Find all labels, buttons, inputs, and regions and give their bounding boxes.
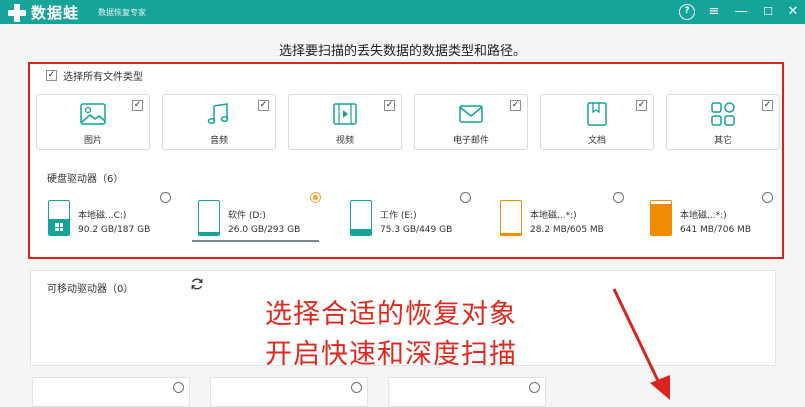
select-all-label: 选择所有文件类型: [63, 72, 143, 83]
folder-card-2[interactable]: [210, 377, 368, 407]
drive-icon: [48, 200, 70, 236]
drive-c[interactable]: 本地磁...C:) 90.2 GB/187 GB: [48, 198, 178, 242]
drive-name: 软件 (D:): [228, 211, 266, 221]
plus-logo-icon: [7, 3, 27, 23]
drive-d-radio[interactable]: [310, 192, 321, 203]
drive-name: 本地磁...*:): [530, 211, 577, 221]
type-card-other[interactable]: ✓ 其它: [666, 94, 780, 150]
type-label: 文档: [587, 136, 606, 146]
type-label: 视频: [335, 136, 354, 146]
document-icon: [587, 102, 607, 126]
drive-e[interactable]: 工作 (E:) 75.3 GB/449 GB: [350, 198, 480, 242]
music-icon: [207, 103, 229, 125]
folder-card-3-radio[interactable]: [529, 382, 540, 393]
drive-size: 28.2 MB/605 MB: [530, 225, 604, 235]
help-icon[interactable]: ?: [679, 4, 695, 20]
title-bar: 数据蛙 数据恢复专家 ? ≡ — ☐ ✕: [0, 0, 805, 24]
drive-name: 本地磁...C:): [78, 211, 127, 221]
drive-c-radio[interactable]: [160, 192, 171, 203]
drive-usage-fill: [651, 204, 671, 235]
app-logo: 数据蛙: [7, 2, 79, 23]
drive-size: 90.2 GB/187 GB: [78, 225, 151, 235]
drive-d[interactable]: 软件 (D:) 26.0 GB/293 GB: [198, 198, 328, 242]
video-icon: [333, 103, 357, 125]
minimize-icon[interactable]: —: [733, 4, 749, 20]
drive-icon: [500, 200, 522, 236]
drive-local-2-radio[interactable]: [762, 192, 773, 203]
type-label: 其它: [713, 136, 732, 146]
folder-card-1-radio[interactable]: [173, 382, 184, 393]
type-label: 电子邮件: [452, 136, 489, 146]
maximize-icon[interactable]: ☐: [760, 4, 776, 20]
document-checkbox[interactable]: ✓: [636, 100, 647, 111]
type-card-audio[interactable]: ✓ 音频: [162, 94, 276, 150]
audio-checkbox[interactable]: ✓: [258, 100, 269, 111]
annotation-arrow: [612, 288, 670, 400]
drive-name: 工作 (E:): [380, 211, 417, 221]
folder-card-2-radio[interactable]: [351, 382, 362, 393]
annotation-line-2: 开启快速和深度扫描: [265, 339, 517, 370]
drive-local-1-radio[interactable]: [613, 192, 624, 203]
folder-card-3[interactable]: [388, 377, 546, 407]
image-checkbox[interactable]: ✓: [132, 100, 143, 111]
selected-drive-underline: [192, 240, 319, 242]
type-label: 音频: [209, 136, 228, 146]
drive-name: 本地磁...*:): [680, 211, 727, 221]
other-icon: [711, 102, 735, 126]
image-icon: [80, 103, 106, 125]
drive-local-1[interactable]: 本地磁...*:) 28.2 MB/605 MB: [500, 198, 630, 242]
type-card-document[interactable]: ✓ 文档: [540, 94, 654, 150]
mail-icon: [459, 105, 483, 123]
other-checkbox[interactable]: ✓: [762, 100, 773, 111]
folder-card-1[interactable]: [32, 377, 190, 407]
type-card-video[interactable]: ✓ 视频: [288, 94, 402, 150]
menu-icon[interactable]: ≡: [706, 4, 722, 20]
close-icon[interactable]: ✕: [785, 4, 801, 20]
drive-e-radio[interactable]: [460, 192, 471, 203]
type-card-image[interactable]: ✓ 图片: [36, 94, 150, 150]
hard-drives-title: 硬盘驱动器（6）: [47, 174, 124, 185]
drive-icon: [350, 200, 372, 236]
drive-size: 641 MB/706 MB: [680, 225, 751, 235]
drive-usage-fill: [501, 233, 521, 235]
drive-size: 26.0 GB/293 GB: [228, 225, 301, 235]
annotation-line-1: 选择合适的恢复对象: [265, 299, 517, 330]
video-checkbox[interactable]: ✓: [384, 100, 395, 111]
windows-icon: [55, 223, 63, 231]
app-name: 数据蛙: [31, 4, 80, 22]
drive-size: 75.3 GB/449 GB: [380, 225, 453, 235]
select-all-checkbox[interactable]: ✓: [46, 70, 57, 81]
refresh-icon[interactable]: [190, 277, 204, 291]
drive-icon: [198, 200, 220, 236]
drive-usage-fill: [351, 229, 371, 235]
select-all-types[interactable]: ✓ 选择所有文件类型: [46, 68, 143, 83]
removable-drives-title: 可移动驱动器（0）: [47, 284, 134, 295]
email-checkbox[interactable]: ✓: [510, 100, 521, 111]
page-heading: 选择要扫描的丢失数据的数据类型和路径。: [278, 44, 526, 59]
drive-icon: [650, 200, 672, 236]
drive-local-2[interactable]: 本地磁...*:) 641 MB/706 MB: [650, 198, 780, 242]
drive-usage-fill: [199, 231, 219, 235]
type-label: 图片: [83, 136, 102, 146]
app-subtitle: 数据恢复专家: [98, 8, 146, 17]
type-card-email[interactable]: ✓ 电子邮件: [414, 94, 528, 150]
